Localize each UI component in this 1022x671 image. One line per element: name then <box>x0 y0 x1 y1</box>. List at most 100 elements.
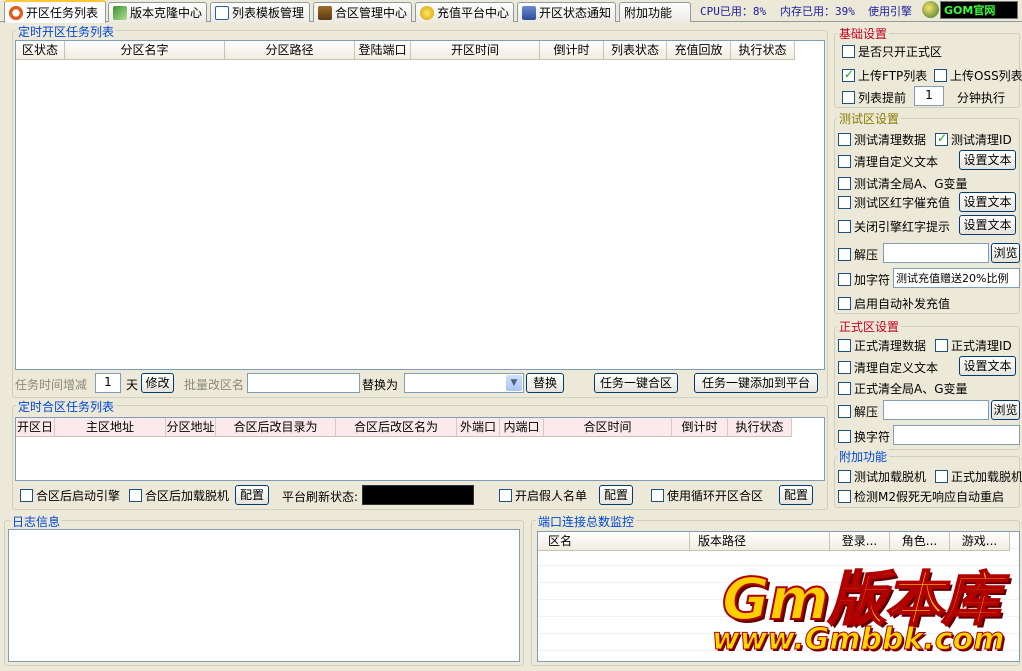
col-zone-name[interactable]: 分区名字 <box>65 41 225 60</box>
official-swap-char-checkbox[interactable]: 换字符 <box>838 428 890 445</box>
basic-title: 基础设置 <box>837 25 890 42</box>
notify-icon <box>522 5 536 20</box>
chevron-down-icon[interactable]: ▼ <box>506 375 522 391</box>
cycle-config-button[interactable]: 配置 <box>779 485 813 505</box>
upload-ftp-checkbox[interactable]: 上传FTP列表 <box>842 67 927 84</box>
auto-recharge-checkbox[interactable]: 启用自动补发充值 <box>838 295 950 312</box>
official-unzip-checkbox[interactable]: 解压 <box>838 403 878 420</box>
official-clear-global-checkbox[interactable]: 正式清全局A、G变量 <box>838 380 968 397</box>
col-monitor-game[interactable]: 游戏... <box>950 532 1010 551</box>
test-clear-global-checkbox[interactable]: 测试清全局A、G变量 <box>838 175 968 192</box>
col-list-status[interactable]: 列表状态 <box>604 41 667 60</box>
start-engine-checkbox[interactable]: 合区后启动引擎 <box>20 487 120 504</box>
test-clear-text-checkbox[interactable]: 清理自定义文本 <box>838 153 938 170</box>
col-exec-status[interactable]: 执行状态 <box>731 41 795 60</box>
col-open-time[interactable]: 开区时间 <box>411 41 540 60</box>
days-input[interactable]: 1 <box>95 373 121 393</box>
tab-bar: 开区任务列表 版本克隆中心 列表模板管理 合区管理中心 充值平台中心 开区状态通… <box>0 0 1022 23</box>
test-unzip-path[interactable] <box>883 243 989 263</box>
col-sub-address[interactable]: 分区地址 <box>166 418 216 437</box>
col-login-port[interactable]: 登陆端口 <box>355 41 411 60</box>
test-unzip-checkbox[interactable]: 解压 <box>838 246 878 263</box>
col-new-name[interactable]: 合区后改区名为 <box>336 418 457 437</box>
test-set-text2-button[interactable]: 设置文本 <box>959 192 1016 212</box>
col-monitor-role[interactable]: 角色... <box>890 532 950 551</box>
load-offline-checkbox[interactable]: 合区后加载脱机 <box>129 487 229 504</box>
clone-icon <box>113 5 127 20</box>
merge-task-grid[interactable]: 开区日 主区地址 分区地址 合区后改目录为 合区后改区名为 外端口 内端口 合区… <box>15 417 825 481</box>
col-monitor-login[interactable]: 登录... <box>830 532 890 551</box>
col-status[interactable]: 区状态 <box>16 41 65 60</box>
coin-icon <box>420 5 434 20</box>
col-internal-port[interactable]: 内端口 <box>500 418 544 437</box>
col-main-address[interactable]: 主区地址 <box>55 418 166 437</box>
open-task-title: 定时开区任务列表 <box>16 23 117 40</box>
mem-usage: 内存已用：39% <box>780 5 855 18</box>
log-textarea[interactable] <box>8 529 520 662</box>
platform-refresh-status <box>362 485 474 505</box>
platform-refresh-label: 平台刷新状态: <box>282 490 359 504</box>
open-task-header: 区状态 分区名字 分区路径 登陆端口 开区时间 倒计时 列表状态 充值回放 执行… <box>16 41 795 60</box>
calendar-icon <box>9 5 23 20</box>
col-new-dir[interactable]: 合区后改目录为 <box>216 418 336 437</box>
col-merge-time[interactable]: 合区时间 <box>544 418 672 437</box>
days-unit: 天 <box>126 378 139 392</box>
merge-config-button[interactable]: 配置 <box>235 485 269 505</box>
test-browse-button[interactable]: 浏览 <box>991 243 1020 263</box>
tab-extra[interactable]: 附加功能 <box>619 2 691 22</box>
replace-button[interactable]: 替换 <box>526 373 564 393</box>
official-swap-char-input[interactable] <box>893 425 1020 445</box>
test-load-offline-checkbox[interactable]: 测试加载脱机 <box>838 468 926 485</box>
modify-button[interactable]: 修改 <box>141 373 174 393</box>
col-open-day[interactable]: 开区日 <box>16 418 55 437</box>
test-add-char-input[interactable]: 测试充值赠送20%比例 <box>893 268 1020 288</box>
merge-task-header: 开区日 主区地址 分区地址 合区后改目录为 合区后改区名为 外端口 内端口 合区… <box>16 418 792 437</box>
col-countdown[interactable]: 倒计时 <box>540 41 604 60</box>
batch-rename-input[interactable] <box>247 373 360 393</box>
globe-icon <box>922 1 939 18</box>
close-engine-red-checkbox[interactable]: 关闭引擎红字提示 <box>838 218 950 235</box>
col-external-port[interactable]: 外端口 <box>457 418 500 437</box>
time-adjust-label: 任务时间增减 <box>15 378 88 392</box>
col-monitor-path[interactable]: 版本路径 <box>690 532 830 551</box>
only-official-checkbox[interactable]: 是否只开正式区 <box>842 43 942 60</box>
official-clear-text-checkbox[interactable]: 清理自定义文本 <box>838 359 938 376</box>
test-red-prompt-checkbox[interactable]: 测试区红字催充值 <box>838 194 950 211</box>
official-clear-id-checkbox[interactable]: 正式清理ID <box>935 337 1012 354</box>
cycle-open-checkbox[interactable]: 使用循环开区合区 <box>651 487 763 504</box>
list-template-icon <box>215 5 229 20</box>
add-to-platform-button[interactable]: 任务一键添加到平台 <box>694 373 818 393</box>
official-unzip-path[interactable] <box>883 400 989 420</box>
tab-recharge-center[interactable]: 充值平台中心 <box>415 2 514 22</box>
fake-list-checkbox[interactable]: 开启假人名单 <box>499 487 587 504</box>
fake-list-config-button[interactable]: 配置 <box>599 485 633 505</box>
test-set-text3-button[interactable]: 设置文本 <box>959 215 1016 235</box>
col-zone-path[interactable]: 分区路径 <box>225 41 355 60</box>
official-clear-data-checkbox[interactable]: 正式清理数据 <box>838 337 926 354</box>
monitor-title: 端口连接总数监控 <box>536 513 637 530</box>
tab-merge-center[interactable]: 合区管理中心 <box>313 2 412 22</box>
upload-oss-checkbox[interactable]: 上传OSS列表 <box>934 67 1022 84</box>
official-browse-button[interactable]: 浏览 <box>991 400 1020 420</box>
ahead-minutes-input[interactable]: 1 <box>914 86 944 106</box>
official-set-text-button[interactable]: 设置文本 <box>959 356 1016 376</box>
open-task-grid[interactable]: 区状态 分区名字 分区路径 登陆端口 开区时间 倒计时 列表状态 充值回放 执行… <box>15 40 825 370</box>
col-monitor-zone[interactable]: 区名 <box>538 532 690 551</box>
official-load-offline-checkbox[interactable]: 正式加载脱机 <box>935 468 1022 485</box>
tab-clone-center[interactable]: 版本克隆中心 <box>108 2 207 22</box>
test-set-text-button[interactable]: 设置文本 <box>959 150 1016 170</box>
merge-all-button[interactable]: 任务一键合区 <box>594 373 678 393</box>
col-recharge-replay[interactable]: 充值回放 <box>667 41 731 60</box>
replace-select[interactable]: ▼ <box>404 373 524 393</box>
test-clear-id-checkbox[interactable]: 测试清理ID <box>935 131 1012 148</box>
tab-list-template[interactable]: 列表模板管理 <box>210 2 310 22</box>
tab-status-notify[interactable]: 开区状态通知 <box>517 2 616 22</box>
detect-m2-checkbox[interactable]: 检测M2假死无响应自动重启 <box>838 488 1004 505</box>
col-merge-exec-status[interactable]: 执行状态 <box>728 418 792 437</box>
official-site-link[interactable]: GOM官网 <box>940 1 1018 19</box>
col-merge-countdown[interactable]: 倒计时 <box>672 418 728 437</box>
list-ahead-checkbox[interactable]: 列表提前 <box>842 89 906 106</box>
test-clear-data-checkbox[interactable]: 测试清理数据 <box>838 131 926 148</box>
tab-open-tasks[interactable]: 开区任务列表 <box>4 0 106 23</box>
test-add-char-checkbox[interactable]: 加字符 <box>838 271 890 288</box>
